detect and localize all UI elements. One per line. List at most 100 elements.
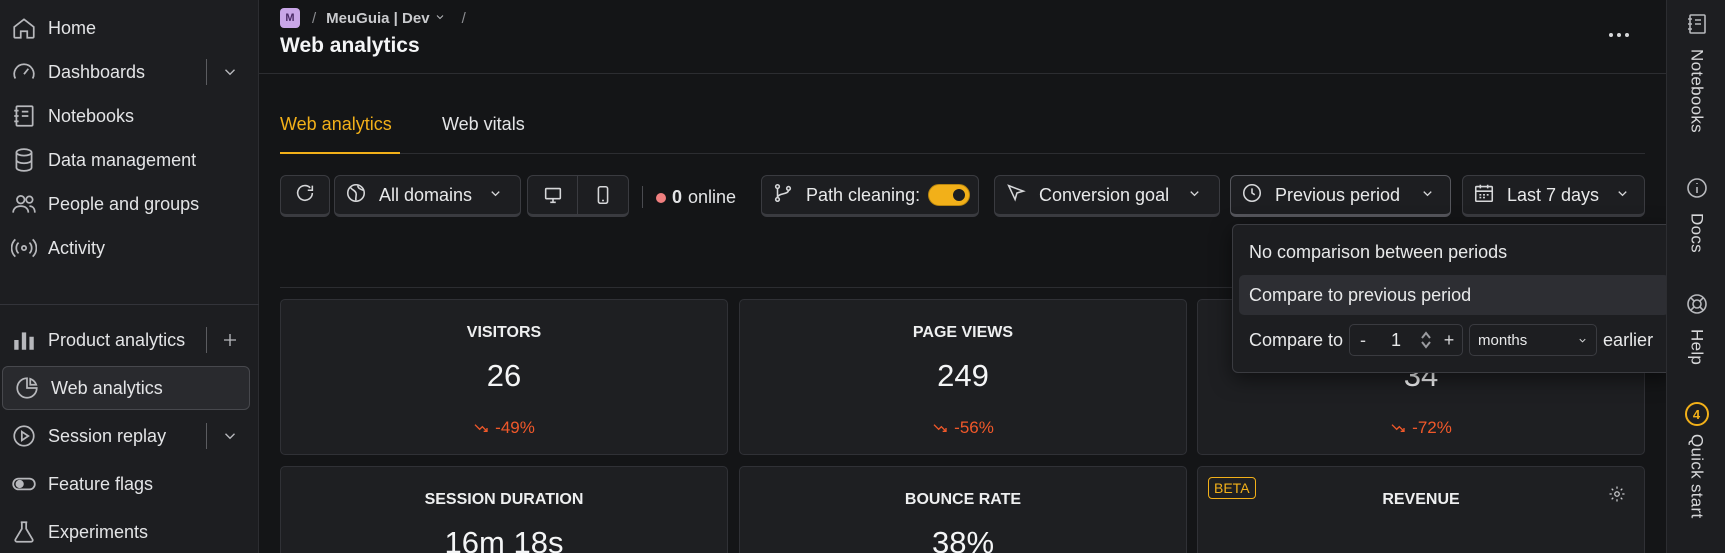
chevron-down-icon xyxy=(1579,338,1586,343)
compare-amount-input[interactable]: 1 xyxy=(1376,330,1416,351)
sidebar-item-feature-flags[interactable]: Feature flags xyxy=(0,462,252,506)
tab-web-analytics[interactable]: Web analytics xyxy=(280,104,400,154)
compare-period-select[interactable]: Previous period xyxy=(1230,175,1451,217)
desktop-filter-button[interactable] xyxy=(528,176,578,214)
live-dot-icon xyxy=(656,192,666,203)
sidebar-item-data-management[interactable]: Data management xyxy=(0,138,252,182)
breadcrumb-separator: / xyxy=(461,9,466,27)
project-avatar[interactable]: M xyxy=(280,8,300,28)
sidebar-item-people[interactable]: People and groups xyxy=(0,182,252,226)
breadcrumb-separator: / xyxy=(312,9,317,27)
metric-title: VISITORS xyxy=(466,324,542,341)
dot xyxy=(1625,33,1629,37)
chevron-down-icon xyxy=(1187,185,1202,206)
metric-delta-value: -72% xyxy=(1412,418,1452,437)
sidebar-item-label: Activity xyxy=(48,237,106,258)
sidebar-item-label: Feature flags xyxy=(48,473,154,494)
page-header: M / MeuGuia | Dev / Web analytics xyxy=(259,0,1666,74)
pie-chart-icon xyxy=(13,374,41,402)
divider xyxy=(206,59,207,85)
sidebar-item-session-replay[interactable]: Session replay xyxy=(0,414,252,458)
rightbar-docs[interactable]: Docs xyxy=(1667,176,1725,253)
quick-start-badge: 4 xyxy=(1684,402,1709,426)
rightbar-quick-start[interactable]: 4 Quick start xyxy=(1667,402,1725,519)
breadcrumb-project[interactable]: MeuGuia | Dev xyxy=(326,10,429,27)
sidebar-item-dashboards[interactable]: Dashboards xyxy=(0,50,252,94)
date-range-label: Last 7 days xyxy=(1507,184,1600,205)
sidebar-item-product-analytics[interactable]: Product analytics xyxy=(0,318,252,362)
compare-period-label: Previous period xyxy=(1275,184,1401,205)
activity-icon xyxy=(10,234,38,262)
metric-delta-value: -49% xyxy=(495,418,535,437)
sidebar-item-web-analytics[interactable]: Web analytics xyxy=(2,366,250,410)
metric-card-revenue[interactable]: BETA REVENUE xyxy=(1197,466,1645,553)
metric-title: BOUNCE RATE xyxy=(904,491,1022,508)
tab-bar: Web analytics Web vitals xyxy=(280,104,1645,154)
rightbar-help[interactable]: Help xyxy=(1667,292,1725,365)
sidebar-item-label: Web analytics xyxy=(51,377,163,398)
compare-amount-stepper: - 1 + xyxy=(1349,324,1464,356)
sidebar-item-label: Home xyxy=(48,17,97,38)
divider xyxy=(206,423,207,449)
online-count: 0 xyxy=(672,187,683,207)
decrement-button[interactable]: - xyxy=(1350,330,1376,351)
mobile-filter-button[interactable] xyxy=(578,176,628,214)
sidebar-item-label: Experiments xyxy=(48,521,149,542)
cursor-icon xyxy=(1005,182,1027,209)
gauge-icon xyxy=(10,58,38,86)
metric-title: REVENUE xyxy=(1382,491,1460,508)
metric-value: 16m 18s xyxy=(444,525,564,553)
sidebar-item-label: People and groups xyxy=(48,193,200,214)
conversion-goal-label: Conversion goal xyxy=(1039,184,1170,205)
notebook-icon xyxy=(1685,12,1709,41)
sidebar-item-notebooks[interactable]: Notebooks xyxy=(0,94,252,138)
sidebar-divider xyxy=(0,304,259,305)
info-icon xyxy=(1685,176,1709,205)
metric-delta: -49% xyxy=(281,418,727,438)
plus-icon[interactable] xyxy=(218,326,242,354)
rightbar-label: Quick start xyxy=(1687,434,1707,519)
compare-unit-select[interactable]: months xyxy=(1469,324,1598,356)
chevron-down-icon[interactable] xyxy=(218,422,242,450)
chevron-down-icon[interactable] xyxy=(434,10,462,27)
breadcrumb: M / MeuGuia | Dev / xyxy=(280,8,476,28)
rightbar-notebooks[interactable]: Notebooks xyxy=(1667,12,1725,133)
metric-card-page-views[interactable]: PAGE VIEWS 249 -56% xyxy=(739,299,1187,455)
device-filter xyxy=(527,175,629,217)
right-sidebar: Notebooks Docs Help 4 Quick start xyxy=(1666,0,1725,553)
domain-select[interactable]: All domains xyxy=(334,175,521,217)
option-no-comparison[interactable]: No comparison between periods xyxy=(1239,232,1669,272)
metric-title: SESSION DURATION xyxy=(424,491,584,508)
flask-icon xyxy=(10,518,38,546)
metric-delta: -56% xyxy=(740,418,1186,438)
dot xyxy=(1609,33,1613,37)
increment-button[interactable]: + xyxy=(1436,330,1462,351)
sidebar-item-label: Session replay xyxy=(48,425,167,446)
more-options-button[interactable] xyxy=(1599,20,1639,50)
spinner-arrows-icon[interactable] xyxy=(1416,330,1436,350)
sidebar-item-home[interactable]: Home xyxy=(0,6,252,50)
conversion-goal-select[interactable]: Conversion goal xyxy=(994,175,1220,217)
online-label: online xyxy=(688,187,737,207)
path-cleaning-toggle[interactable] xyxy=(928,184,971,206)
metric-card-session-duration[interactable]: SESSION DURATION 16m 18s xyxy=(280,466,728,553)
tab-web-vitals[interactable]: Web vitals xyxy=(442,104,525,154)
metric-card-bounce-rate[interactable]: BOUNCE RATE 38% xyxy=(739,466,1187,553)
home-icon xyxy=(10,14,38,42)
dot xyxy=(1617,33,1621,37)
metric-card-visitors[interactable]: VISITORS 26 -49% xyxy=(280,299,728,455)
refresh-button[interactable] xyxy=(280,175,330,217)
option-previous-period[interactable]: Compare to previous period xyxy=(1239,275,1669,315)
play-circle-icon xyxy=(10,422,38,450)
rightbar-label: Docs xyxy=(1687,213,1707,253)
sidebar-item-activity[interactable]: Activity xyxy=(0,226,252,270)
sidebar-item-experiments[interactable]: Experiments xyxy=(0,510,252,553)
lifebuoy-icon xyxy=(1685,292,1709,321)
sidebar-item-label: Notebooks xyxy=(48,105,135,126)
chevron-down-icon[interactable] xyxy=(218,58,242,86)
path-cleaning-control[interactable]: Path cleaning: xyxy=(761,175,979,217)
date-range-select[interactable]: Last 7 days xyxy=(1462,175,1645,217)
custom-compare-label: Compare to xyxy=(1249,329,1344,350)
online-indicator: 0 online xyxy=(656,187,736,208)
gear-icon[interactable] xyxy=(1608,485,1626,508)
